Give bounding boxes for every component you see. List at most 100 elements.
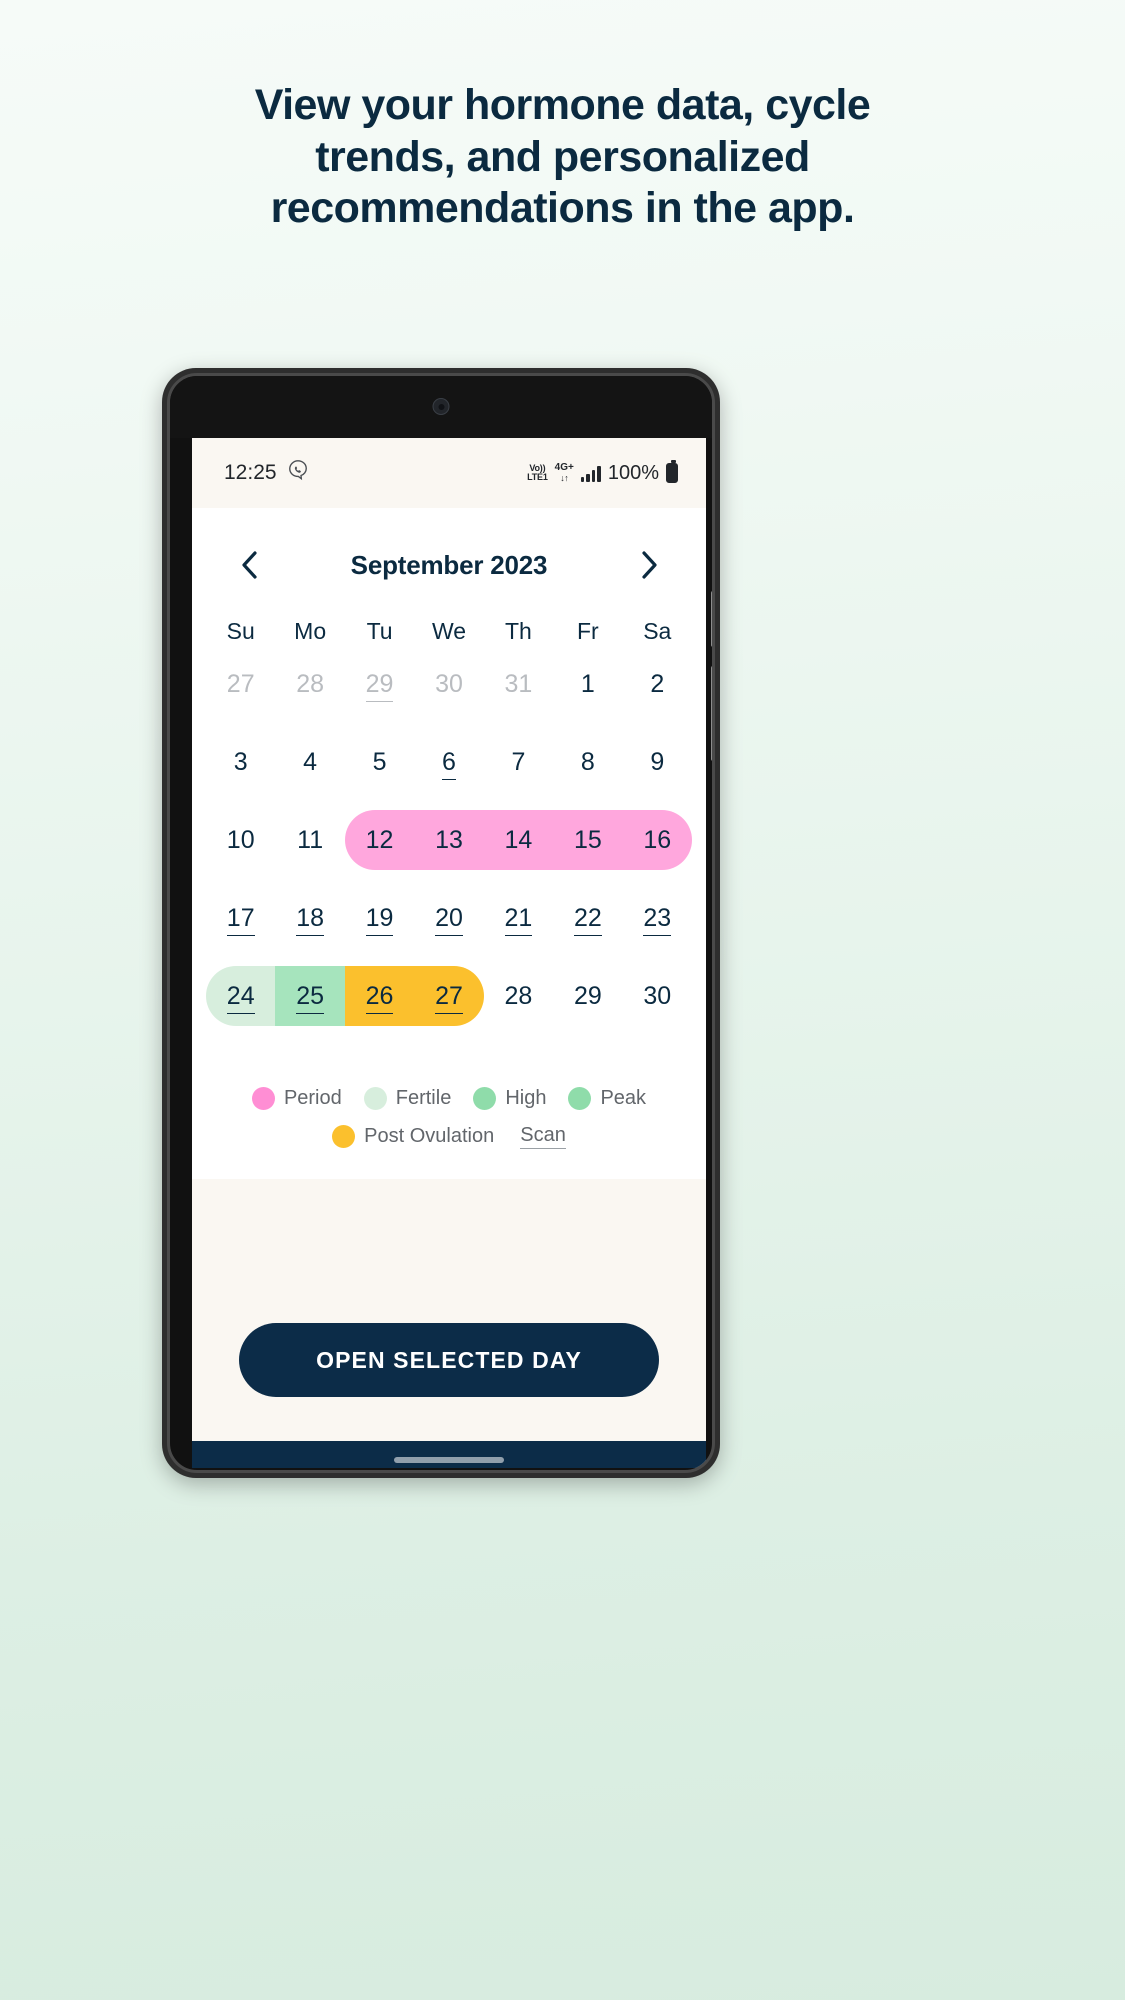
calendar-day-number: 21 bbox=[504, 903, 533, 936]
calendar-day-25[interactable]: 25 bbox=[275, 981, 344, 1014]
calendar-day-5[interactable]: 5 bbox=[345, 749, 414, 775]
calendar-day-22[interactable]: 22 bbox=[553, 903, 622, 936]
calendar-day-2[interactable]: 2 bbox=[623, 671, 692, 697]
calendar-day-number: 9 bbox=[650, 747, 665, 776]
bottom-navigation-bar: Today Journal bbox=[192, 1441, 706, 1468]
calendar-day-number: 17 bbox=[226, 903, 255, 936]
calendar-day-6[interactable]: 6 bbox=[414, 747, 483, 780]
calendar-day-13[interactable]: 13 bbox=[414, 825, 483, 854]
calendar-day-4[interactable]: 4 bbox=[275, 747, 344, 776]
calendar-day-number: 10 bbox=[226, 825, 255, 854]
calendar-card: September 2023 Su Mo Tu We Th Fr Sa 27 2… bbox=[192, 508, 706, 1179]
calendar-day-number: 18 bbox=[296, 903, 325, 936]
calendar-day-number: 3 bbox=[233, 747, 248, 776]
calendar-day-7[interactable]: 7 bbox=[484, 749, 553, 775]
calendar-day-24[interactable]: 24 bbox=[206, 981, 275, 1014]
calendar-day-9[interactable]: 9 bbox=[623, 747, 692, 776]
calendar-day-number: 30 bbox=[435, 669, 463, 698]
calendar-day-10[interactable]: 10 bbox=[206, 825, 275, 854]
calendar-day-8[interactable]: 8 bbox=[553, 747, 622, 776]
calendar-day-20[interactable]: 20 bbox=[414, 903, 483, 936]
calendar-day-number: 31 bbox=[504, 669, 533, 698]
calendar-day-15[interactable]: 15 bbox=[553, 827, 622, 853]
phone-notch-area bbox=[170, 376, 712, 438]
weekday-th: Th bbox=[505, 618, 532, 644]
calendar-day-27[interactable]: 27 bbox=[206, 669, 275, 698]
headline-line-3: recommendations in the app. bbox=[270, 184, 855, 233]
legend-label-high: High bbox=[505, 1087, 547, 1109]
headline-line-2: trends, and personalized bbox=[315, 132, 810, 181]
calendar-week-row: 27 28 29 30 31 1 2 bbox=[206, 645, 692, 723]
calendar-day-number: 28 bbox=[296, 669, 325, 698]
calendar-day-30[interactable]: 30 bbox=[623, 981, 692, 1010]
weekday-fr: Fr bbox=[576, 618, 599, 644]
calendar-week-row: 3 4 5 6 7 8 9 bbox=[206, 723, 692, 801]
calendar-day-number: 25 bbox=[296, 981, 325, 1014]
legend-label-post-ovulation: Post Ovulation bbox=[364, 1125, 495, 1147]
calendar-day-27[interactable]: 27 bbox=[414, 981, 483, 1014]
calendar-day-number: 4 bbox=[303, 747, 318, 776]
calendar-day-29[interactable]: 29 bbox=[553, 981, 622, 1010]
calendar-day-31[interactable]: 31 bbox=[484, 669, 553, 698]
calendar-day-28[interactable]: 28 bbox=[484, 983, 553, 1009]
calendar-day-number: 11 bbox=[297, 825, 324, 854]
calendar-day-26[interactable]: 26 bbox=[345, 981, 414, 1014]
calendar-day-number: 30 bbox=[643, 981, 672, 1010]
legend-dot-fertile bbox=[363, 1087, 387, 1110]
calendar-day-29[interactable]: 29 bbox=[345, 669, 414, 702]
calendar-month-title: September 2023 bbox=[350, 549, 548, 580]
calendar-legend: Period Fertile High Peak Post Ovulation … bbox=[192, 1035, 706, 1179]
calendar-day-number: 8 bbox=[580, 747, 595, 776]
calendar-day-1[interactable]: 1 bbox=[553, 671, 622, 697]
open-selected-day-button[interactable]: OPEN SELECTED DAY bbox=[239, 1323, 659, 1397]
calendar-day-21[interactable]: 21 bbox=[484, 903, 553, 936]
calendar-day-30[interactable]: 30 bbox=[414, 669, 483, 698]
volume-button[interactable] bbox=[711, 591, 712, 647]
calendar-day-number: 29 bbox=[573, 981, 602, 1010]
calendar-day-number: 6 bbox=[442, 747, 456, 780]
legend-item-period: Period bbox=[251, 1087, 342, 1110]
data-arrows-icon: ↓↑ bbox=[560, 472, 569, 483]
weekday-sa: Sa bbox=[643, 618, 672, 644]
legend-dot-post-ovulation bbox=[332, 1125, 356, 1148]
status-bar-left: 12:25 bbox=[224, 459, 309, 487]
calendar-day-16[interactable]: 16 bbox=[623, 825, 692, 854]
next-month-button[interactable] bbox=[626, 542, 672, 588]
weekday-tu: Tu bbox=[366, 618, 393, 644]
headline-line-1: View your hormone data, cycle bbox=[254, 81, 871, 129]
calendar-header: September 2023 bbox=[192, 534, 706, 596]
front-camera-icon bbox=[432, 398, 450, 415]
phone-screen: 12:25 Vo)) LTE1 4G+ ↓↑ 100% September 20… bbox=[192, 438, 706, 1468]
calendar-day-12[interactable]: 12 bbox=[345, 827, 414, 853]
calendar-grid: 27 28 29 30 31 1 2 3 4 5 6 7 8 9 10 11 12 13 14 15 16 17 18 19 2… bbox=[192, 645, 706, 1035]
calendar-day-number: 26 bbox=[365, 981, 394, 1014]
prev-month-button[interactable] bbox=[226, 542, 272, 588]
calendar-day-28[interactable]: 28 bbox=[275, 669, 344, 698]
calendar-day-14[interactable]: 14 bbox=[484, 825, 553, 854]
status-bar-time: 12:25 bbox=[224, 461, 277, 484]
chevron-left-icon bbox=[239, 549, 259, 581]
calendar-day-number: 16 bbox=[643, 825, 672, 854]
calendar-day-23[interactable]: 23 bbox=[623, 903, 692, 936]
calendar-day-19[interactable]: 19 bbox=[345, 903, 414, 936]
calendar-day-3[interactable]: 3 bbox=[206, 747, 275, 776]
power-button[interactable] bbox=[711, 666, 712, 761]
calendar-day-number: 27 bbox=[226, 669, 255, 698]
legend-label-period: Period bbox=[283, 1087, 342, 1109]
calendar-day-number: 22 bbox=[573, 903, 602, 936]
gesture-home-bar[interactable] bbox=[394, 1457, 504, 1463]
viber-icon bbox=[287, 459, 309, 487]
legend-item-fertile: Fertile bbox=[363, 1087, 452, 1110]
calendar-day-18[interactable]: 18 bbox=[275, 903, 344, 936]
calendar-day-number: 14 bbox=[504, 825, 533, 854]
phone-mockup: 12:25 Vo)) LTE1 4G+ ↓↑ 100% September 20… bbox=[162, 368, 720, 1478]
phone-frame: 12:25 Vo)) LTE1 4G+ ↓↑ 100% September 20… bbox=[167, 373, 715, 1473]
calendar-day-number: 20 bbox=[435, 903, 463, 936]
calendar-week-row: 10 11 12 13 14 15 16 bbox=[206, 801, 692, 879]
legend-label-fertile: Fertile bbox=[395, 1087, 452, 1109]
battery-full-icon bbox=[666, 460, 678, 483]
calendar-day-17[interactable]: 17 bbox=[206, 903, 275, 936]
calendar-day-number: 13 bbox=[435, 825, 463, 854]
scan-link[interactable]: Scan bbox=[520, 1124, 566, 1149]
calendar-day-11[interactable]: 11 bbox=[275, 825, 344, 854]
